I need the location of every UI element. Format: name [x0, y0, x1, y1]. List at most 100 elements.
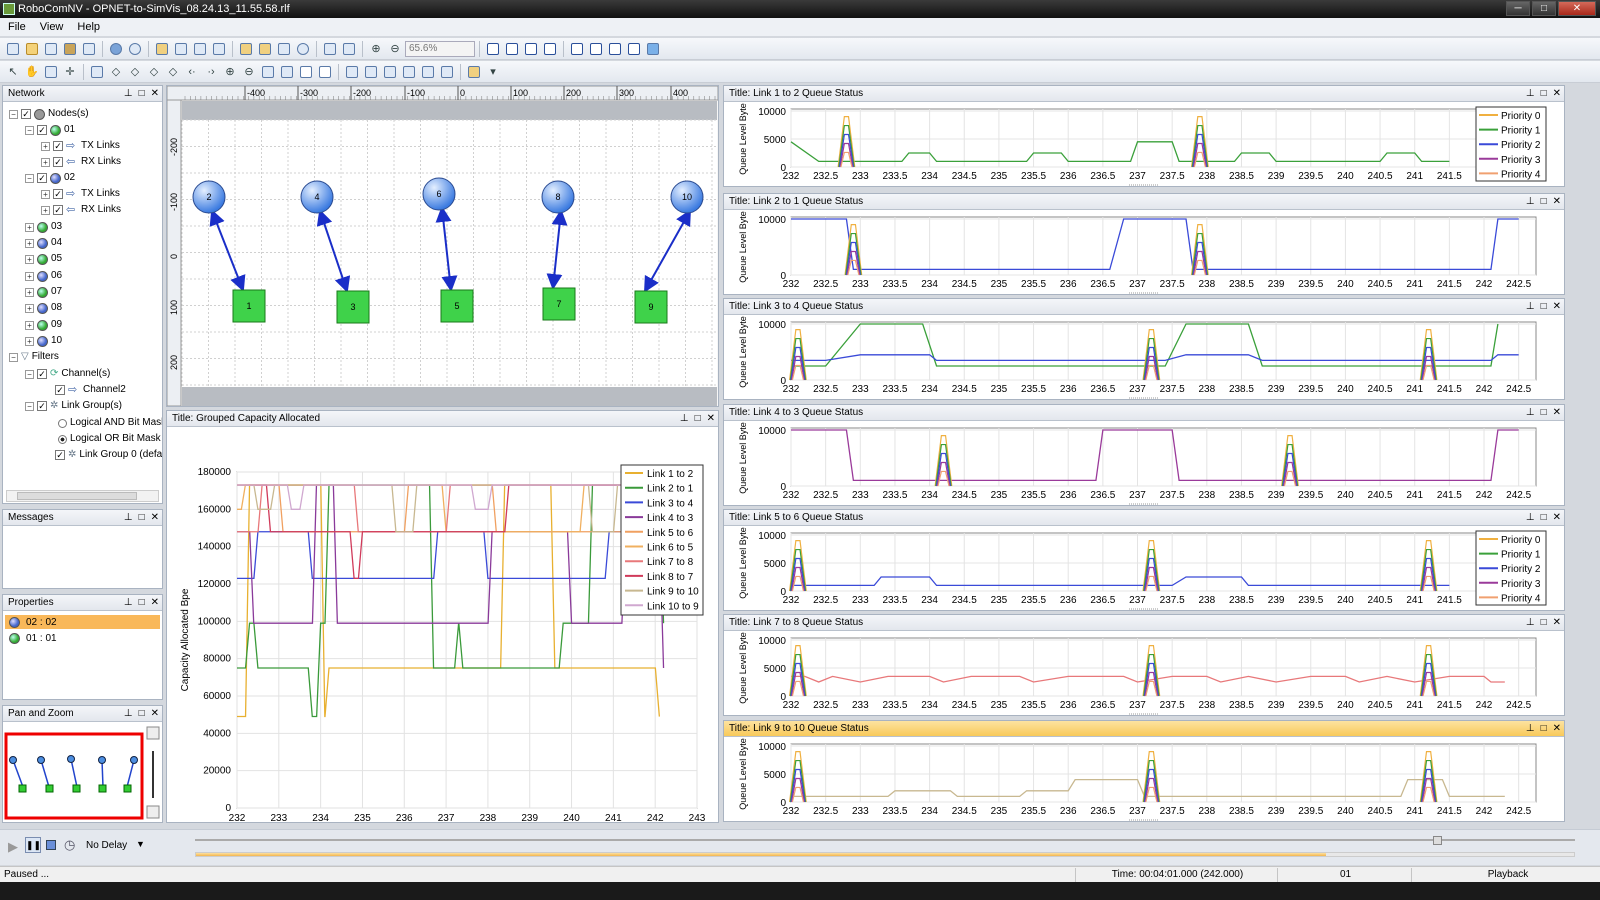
tree-item-node[interactable]: +07	[25, 284, 62, 300]
save-icon[interactable]	[61, 40, 79, 58]
queue-chart[interactable]: 232 232.5 233 233.5 234 234.5 235 235.5 236 236.5…	[724, 632, 1564, 716]
grid-icon[interactable]	[153, 40, 171, 58]
radio-on[interactable]	[58, 434, 67, 444]
zoom-reset-icon[interactable]	[146, 805, 160, 819]
ruler-icon[interactable]	[172, 40, 190, 58]
close-icon[interactable]: ✕	[1553, 510, 1561, 525]
tree-item-and-mask[interactable]: Logical AND Bit Mask	[58, 415, 162, 431]
minimize-button[interactable]: ─	[1506, 1, 1530, 16]
move-icon[interactable]: ✛	[61, 63, 79, 81]
close-icon[interactable]: ✕	[151, 595, 159, 610]
tree-item-node[interactable]: +08	[25, 300, 62, 316]
funnel-icon[interactable]: ▾	[484, 63, 502, 81]
pin-icon[interactable]: ⊥	[124, 86, 133, 101]
close-icon[interactable]: ✕	[1553, 615, 1561, 630]
float-icon[interactable]: □	[1541, 405, 1547, 420]
float-icon[interactable]: □	[1541, 510, 1547, 525]
queue-chart[interactable]: 232 232.5 233 233.5 234 234.5 235 235.5 236 236.5…	[724, 738, 1564, 822]
zoom-out-icon[interactable]: ⊖	[386, 40, 404, 58]
align-icon[interactable]	[438, 63, 456, 81]
tree-item-rx-links[interactable]: + ✓ ⇦ RX Links	[41, 154, 121, 170]
property-row-selected[interactable]: 02 : 02	[5, 615, 160, 629]
float-icon[interactable]: □	[1541, 721, 1547, 736]
tree-item-nodes[interactable]: − ✓ Nodes(s)	[9, 106, 89, 122]
hierarchy-icon[interactable]	[381, 63, 399, 81]
tree-item-tx-links[interactable]: + ✓ ⇨ TX Links	[41, 138, 120, 154]
tree-item-node[interactable]: +06	[25, 268, 62, 284]
tree-item-link-groups[interactable]: − ✓ ✲ Link Group(s)	[25, 398, 122, 414]
float-icon[interactable]: □	[1541, 299, 1547, 314]
tree-item-node[interactable]: +09	[25, 317, 62, 333]
pin-icon[interactable]: ⊥	[680, 411, 689, 426]
globe-icon[interactable]	[107, 40, 125, 58]
filter-icon[interactable]	[465, 63, 483, 81]
table-icon[interactable]	[321, 40, 339, 58]
snap-icon[interactable]	[210, 40, 228, 58]
pin-icon[interactable]: ⊥	[1526, 86, 1535, 101]
tree-horizontal-scrollbar[interactable]	[6, 490, 159, 502]
close-icon[interactable]: ✕	[1553, 405, 1561, 420]
close-icon[interactable]: ✕	[151, 86, 159, 101]
zoom-fit-icon[interactable]	[146, 726, 160, 740]
queue-chart[interactable]: 232 232.5 233 233.5 234 234.5 235 235.5 236 236.5…	[724, 103, 1564, 187]
delay-select[interactable]: No Delay	[86, 840, 127, 851]
paste-icon[interactable]	[278, 63, 296, 81]
chart-icon[interactable]	[606, 40, 624, 58]
chart-icon[interactable]	[625, 40, 643, 58]
close-icon[interactable]: ✕	[707, 411, 715, 426]
float-icon[interactable]: □	[139, 706, 145, 721]
playback-track[interactable]	[195, 839, 1575, 841]
layout-icon[interactable]	[237, 40, 255, 58]
pin-icon[interactable]: ⊥	[1526, 194, 1535, 209]
pan-zoom-preview[interactable]	[3, 723, 162, 823]
pin-icon[interactable]: ⊥	[1526, 615, 1535, 630]
menu-view[interactable]: View	[40, 21, 64, 33]
pin-icon[interactable]: ⊥	[124, 510, 133, 525]
float-icon[interactable]: □	[139, 510, 145, 525]
chart-icon[interactable]	[522, 40, 540, 58]
distribute-icon[interactable]	[419, 63, 437, 81]
node-tool-icon[interactable]	[42, 63, 60, 81]
tree-item-tx-links[interactable]: + ✓ ⇨ TX Links	[41, 186, 120, 202]
flip-icon[interactable]: ◇	[164, 63, 182, 81]
queue-chart[interactable]: 232 232.5 233 233.5 234 234.5 235 235.5 236 236.5…	[724, 211, 1564, 295]
queue-chart[interactable]: 232 232.5 233 233.5 234 234.5 235 235.5 236 236.5…	[724, 422, 1564, 506]
pin-icon[interactable]: ⊥	[1526, 299, 1535, 314]
open-folder-icon[interactable]	[23, 40, 41, 58]
back-icon[interactable]: ◇	[107, 63, 125, 81]
tree-item-rx-links[interactable]: + ✓ ⇦ RX Links	[41, 202, 121, 218]
float-icon[interactable]: □	[1541, 194, 1547, 209]
float-icon[interactable]: □	[139, 595, 145, 610]
play-icon[interactable]: ▶	[8, 839, 18, 855]
pin-icon[interactable]: ⊥	[1526, 721, 1535, 736]
pin-icon[interactable]: ⊥	[1526, 510, 1535, 525]
chart-icon[interactable]	[587, 40, 605, 58]
maximize-button[interactable]: □	[1532, 1, 1556, 16]
chart-icon[interactable]	[568, 40, 586, 58]
close-icon[interactable]: ✕	[1553, 299, 1561, 314]
fit-icon[interactable]	[340, 40, 358, 58]
connect-icon[interactable]	[343, 63, 361, 81]
redo-icon[interactable]: ·›	[202, 63, 220, 81]
pin-icon[interactable]: ⊥	[124, 595, 133, 610]
close-button[interactable]: ✕	[1558, 1, 1596, 16]
frame-icon[interactable]	[316, 63, 334, 81]
link-icon[interactable]	[256, 40, 274, 58]
forward-icon[interactable]: ◇	[126, 63, 144, 81]
rectangle-icon[interactable]	[297, 63, 315, 81]
close-icon[interactable]: ✕	[1553, 194, 1561, 209]
float-icon[interactable]: □	[1541, 615, 1547, 630]
queue-chart[interactable]: 232 232.5 233 233.5 234 234.5 235 235.5 236 236.5…	[724, 316, 1564, 400]
zoom-out-icon[interactable]: ⊖	[240, 63, 258, 81]
zoom-level-field[interactable]: 65.6%	[405, 40, 475, 57]
tree-item-node[interactable]: +03	[25, 219, 62, 235]
edit-icon[interactable]	[42, 40, 60, 58]
close-icon[interactable]: ✕	[151, 706, 159, 721]
help-icon[interactable]	[126, 40, 144, 58]
menu-help[interactable]: Help	[77, 21, 100, 33]
chart-icon[interactable]	[503, 40, 521, 58]
queue-chart[interactable]: 232 232.5 233 233.5 234 234.5 235 235.5 236 236.5…	[724, 527, 1564, 611]
menu-file[interactable]: File	[8, 21, 26, 33]
tree-item-filters[interactable]: − ▽ Filters	[9, 349, 59, 365]
split-icon[interactable]	[400, 63, 418, 81]
